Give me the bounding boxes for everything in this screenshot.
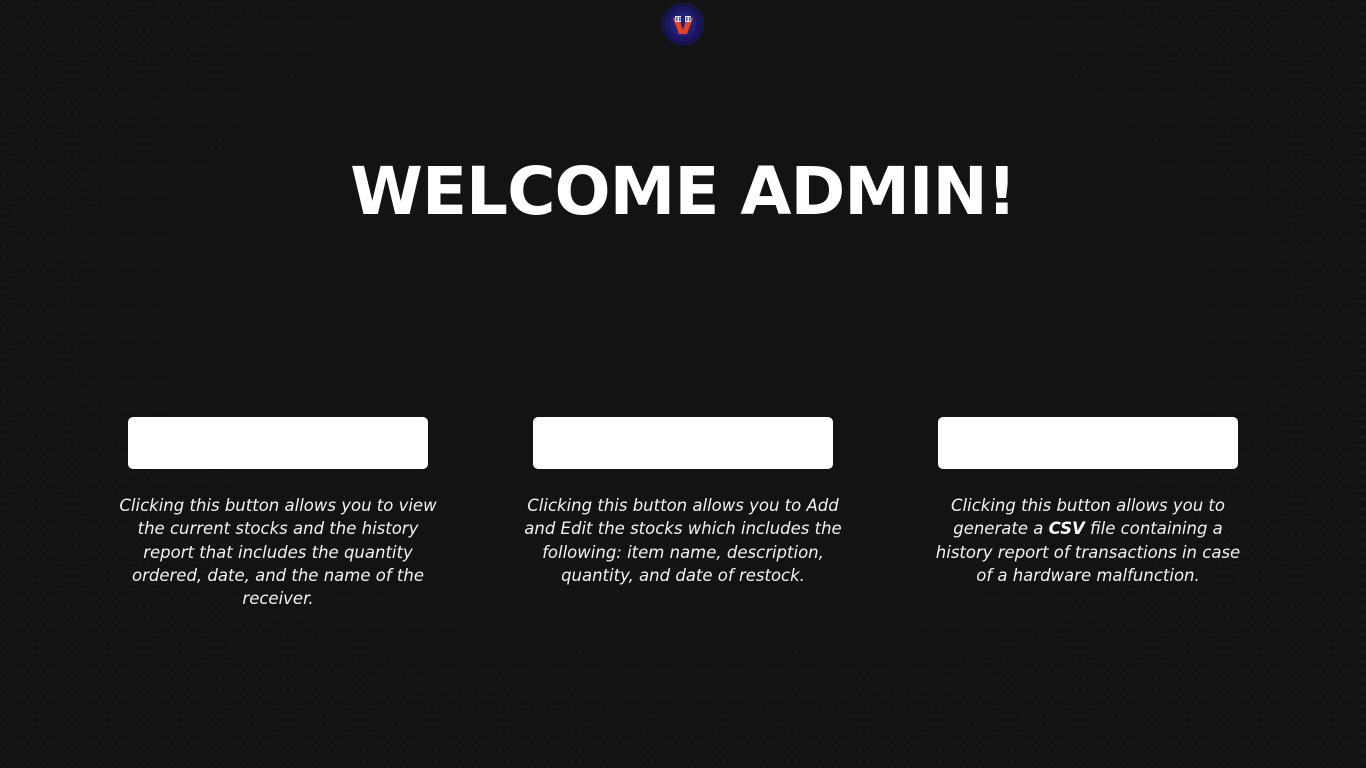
generate-csv-card: Clicking this button allows you to gener…	[936, 417, 1240, 587]
generate-csv-description: Clicking this button allows you to gener…	[928, 494, 1248, 587]
page-title: WELCOME ADMIN!	[350, 153, 1017, 230]
csv-description-bold: CSV	[1048, 519, 1085, 539]
manage-stocks-button[interactable]	[533, 417, 833, 469]
school-seal-logo-icon	[663, 4, 703, 44]
manage-stocks-description: Clicking this button allows you to Add a…	[524, 496, 842, 585]
background-vignette	[0, 0, 1366, 768]
manage-stocks-card: Clicking this button allows you to Add a…	[524, 417, 842, 587]
view-stocks-description: Clicking this button allows you to view …	[119, 496, 437, 609]
view-stocks-card: Clicking this button allows you to view …	[119, 417, 437, 610]
view-stocks-button[interactable]	[128, 417, 428, 469]
generate-csv-button[interactable]	[938, 417, 1238, 469]
